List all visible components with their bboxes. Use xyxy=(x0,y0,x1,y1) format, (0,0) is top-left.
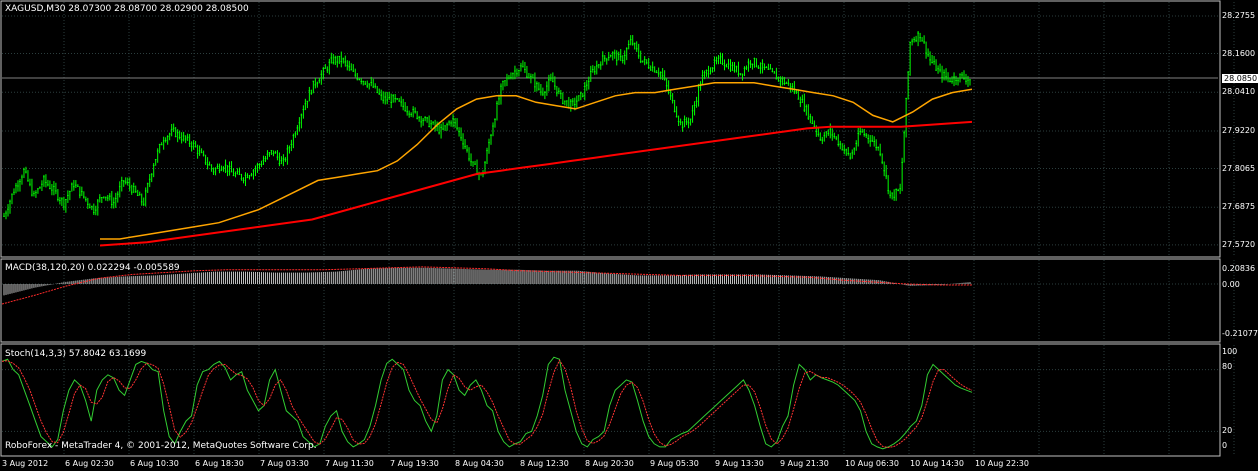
time-axis-label: 9 Aug 21:30 xyxy=(780,459,829,468)
time-axis-label: 7 Aug 19:30 xyxy=(390,459,439,468)
price-axis-label: 28.2755 xyxy=(1222,10,1256,20)
chart-canvas[interactable] xyxy=(0,0,1258,471)
time-axis-label: 8 Aug 04:30 xyxy=(455,459,504,468)
time-axis-label: 10 Aug 14:30 xyxy=(910,459,964,468)
macd-axis-label: 0.20836 xyxy=(1222,264,1256,273)
price-axis-label: 27.6875 xyxy=(1222,202,1256,212)
time-axis-label: 10 Aug 06:30 xyxy=(845,459,899,468)
time-axis-label: 6 Aug 02:30 xyxy=(65,459,114,468)
footer-copyright: RoboForex - MetaTrader 4, © 2001-2012, M… xyxy=(5,441,317,451)
macd-indicator-label: MACD(38,120,20) 0.022294 -0.005589 xyxy=(5,263,180,273)
stoch-axis-label: 100 xyxy=(1222,347,1238,356)
time-axis-label: 7 Aug 03:30 xyxy=(260,459,309,468)
time-axis-label: 10 Aug 22:30 xyxy=(975,459,1029,468)
stoch-axis-label: 20 xyxy=(1222,426,1233,435)
time-axis-label: 3 Aug 2012 xyxy=(2,459,49,468)
price-axis-label: 28.0410 xyxy=(1222,87,1256,97)
stoch-axis-label: 0 xyxy=(1222,441,1228,450)
time-axis-label: 8 Aug 12:30 xyxy=(520,459,569,468)
time-axis-label: 9 Aug 05:30 xyxy=(650,459,699,468)
macd-axis-label: -0.21077 xyxy=(1222,329,1258,338)
main-indicator-label: XAGUSD,M30 28.07300 28.08700 28.02900 28… xyxy=(5,4,249,14)
stoch-indicator-label: Stoch(14,3,3) 57.8042 63.1699 xyxy=(5,349,147,359)
stoch-axis-label: 80 xyxy=(1222,362,1233,371)
current-price-marker: 28.0850 xyxy=(1222,74,1258,83)
time-axis-label: 7 Aug 11:30 xyxy=(325,459,374,468)
price-axis-label: 27.5720 xyxy=(1222,239,1256,249)
time-axis-label: 6 Aug 18:30 xyxy=(195,459,244,468)
price-axis-label: 27.9220 xyxy=(1222,125,1256,135)
time-axis-label: 8 Aug 20:30 xyxy=(585,459,634,468)
time-axis-label: 6 Aug 10:30 xyxy=(130,459,179,468)
macd-axis-label: 0.00 xyxy=(1222,280,1240,289)
time-axis-label: 9 Aug 13:30 xyxy=(715,459,764,468)
price-axis-label: 27.8065 xyxy=(1222,163,1256,173)
price-axis-label: 28.1600 xyxy=(1222,48,1256,58)
